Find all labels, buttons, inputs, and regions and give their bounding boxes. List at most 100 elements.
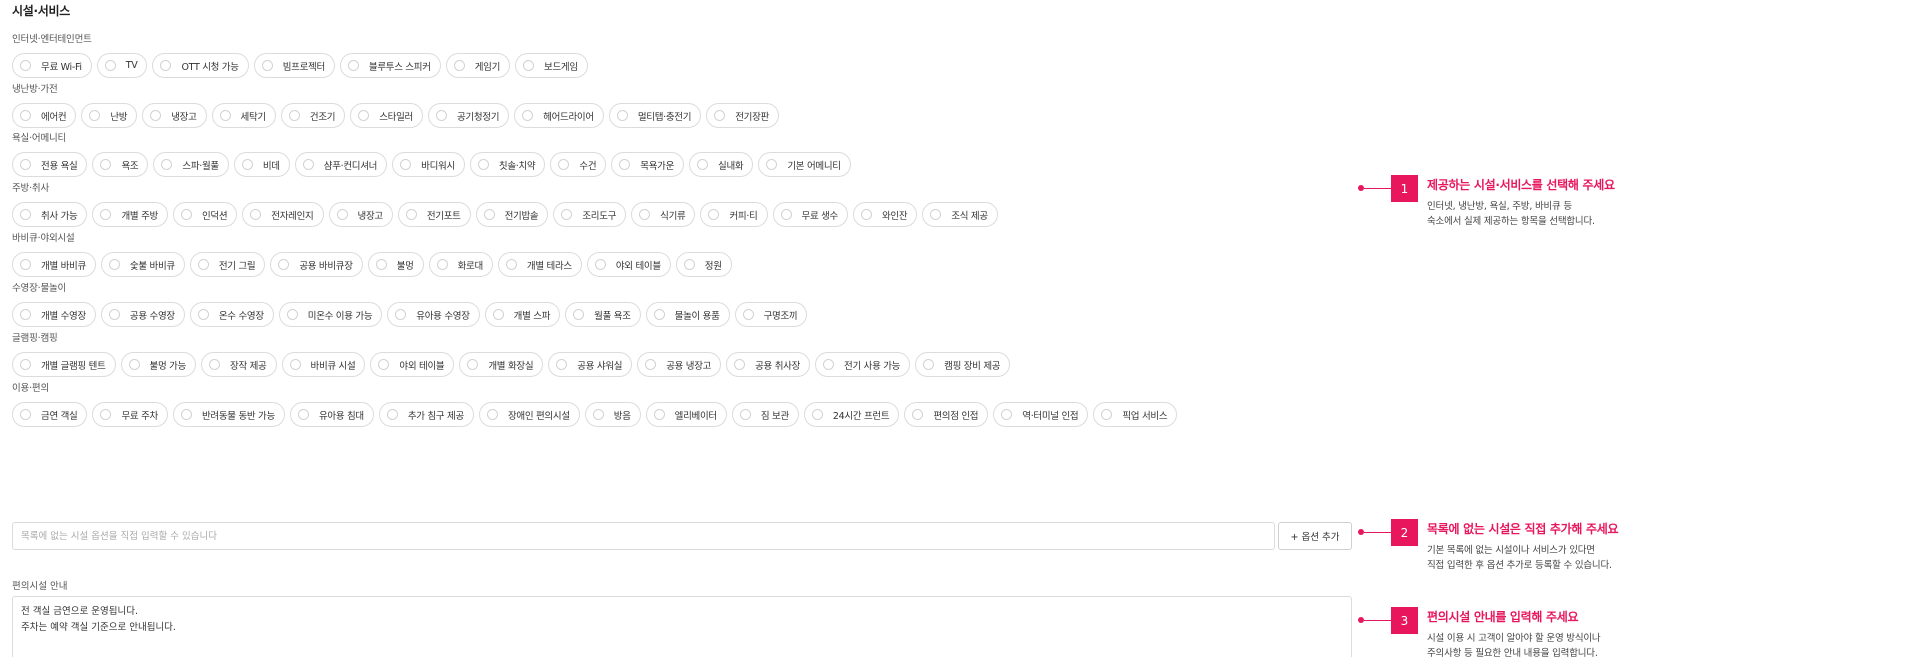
option-chip-label: 조리도구 xyxy=(582,210,617,222)
option-chip[interactable]: 빔프로젝터 xyxy=(253,53,335,78)
option-chip[interactable]: 편의점 인접 xyxy=(904,402,989,427)
option-chip[interactable]: 전기 그릴 xyxy=(189,252,266,277)
option-chip-label: 공용 수영장 xyxy=(129,310,175,322)
option-chip[interactable]: 칫솔·치약 xyxy=(469,152,546,177)
option-chip[interactable]: 공용 바비큐장 xyxy=(270,252,363,277)
option-chip[interactable]: 블루투스 스피커 xyxy=(339,53,441,78)
option-chip[interactable]: 에어컨 xyxy=(12,103,77,128)
option-chip[interactable]: 실내화 xyxy=(689,152,754,177)
option-chip-list: 개별 글램핑 텐트 불멍 가능 장작 제공 바비큐 시설 야외 테이블 개별 화장실 공용 … xyxy=(12,352,1352,377)
option-chip[interactable]: 수건 xyxy=(550,152,607,177)
option-chip[interactable]: 유아용 수영장 xyxy=(387,302,480,327)
add-option-button[interactable]: + 옵션 추가 xyxy=(1278,522,1352,550)
radio-circle-icon xyxy=(20,259,31,270)
option-chip[interactable]: 냉장고 xyxy=(142,103,207,128)
option-chip[interactable]: 장작 제공 xyxy=(201,352,277,377)
option-chip[interactable]: 장애인 편의시설 xyxy=(478,402,580,427)
option-chip[interactable]: 미온수 이용 가능 xyxy=(278,302,383,327)
option-chip[interactable]: 무료 생수 xyxy=(772,202,848,227)
option-chip[interactable]: 샴푸·컨디셔너 xyxy=(294,152,388,177)
option-chip[interactable]: 헤어드라이어 xyxy=(514,103,604,128)
option-chip[interactable]: 화로대 xyxy=(428,252,493,277)
option-chip[interactable]: 개별 테라스 xyxy=(497,252,582,277)
option-chip[interactable]: 개별 글램핑 텐트 xyxy=(12,352,116,377)
option-chip[interactable]: 보드게임 xyxy=(515,53,588,78)
option-chip[interactable]: 세탁기 xyxy=(211,103,276,128)
notice-textarea[interactable]: 전 객실 금연으로 운영됩니다. 주차는 예약 객실 기준으로 안내됩니다. xyxy=(12,596,1352,657)
option-chip[interactable]: 개별 화장실 xyxy=(459,352,544,377)
option-chip[interactable]: 개별 주방 xyxy=(92,202,168,227)
option-chip[interactable]: 반려동물 동반 가능 xyxy=(172,402,285,427)
option-chip[interactable]: 불멍 xyxy=(367,252,424,277)
facility-group: 욕실·어메니티 전용 욕실 욕조 스파·월풀 비데 샴푸·컨디셔너 바디워시 칫솔·치약 수건 목… xyxy=(12,130,1352,177)
option-chip[interactable]: 식기류 xyxy=(631,202,696,227)
option-chip[interactable]: 공용 취사장 xyxy=(726,352,811,377)
option-chip[interactable]: 와인잔 xyxy=(852,202,918,227)
option-chip[interactable]: OTT 시청 가능 xyxy=(152,53,249,78)
option-chip[interactable]: 공용 샤워실 xyxy=(548,352,633,377)
option-chip[interactable]: 전기장판 xyxy=(706,103,779,128)
option-chip[interactable]: 캠핑 장비 제공 xyxy=(915,352,1011,377)
option-chip[interactable]: 난방 xyxy=(81,103,138,128)
option-chip[interactable]: 전자레인지 xyxy=(242,202,324,227)
option-chip-label: 무료 Wi-Fi xyxy=(41,61,82,73)
option-chip[interactable]: 개별 바비큐 xyxy=(12,252,96,277)
option-chip[interactable]: 방음 xyxy=(584,402,641,427)
option-chip[interactable]: 욕조 xyxy=(92,152,149,177)
option-chip[interactable]: 취사 가능 xyxy=(12,202,88,227)
option-chip-label: 개별 바비큐 xyxy=(41,260,86,272)
option-chip[interactable]: 무료 주차 xyxy=(92,402,168,427)
option-chip[interactable]: 전기포트 xyxy=(397,202,471,227)
option-chip-list: 에어컨 난방 냉장고 세탁기 건조기 스타일러 공기청정기 헤어드라이어 멀티탭·충전기 전기장판 xyxy=(12,103,1352,128)
option-chip[interactable]: 건조기 xyxy=(280,103,346,128)
option-chip[interactable]: 기본 어메니티 xyxy=(758,152,851,177)
option-chip[interactable]: 게임기 xyxy=(445,53,511,78)
option-chip[interactable]: 구명조끼 xyxy=(734,302,808,327)
option-chip[interactable]: 공기청정기 xyxy=(427,103,510,128)
option-chip[interactable]: 조리도구 xyxy=(553,202,627,227)
option-chip[interactable]: 짐 보관 xyxy=(731,402,799,427)
option-chip[interactable]: 야외 테이블 xyxy=(370,352,455,377)
option-chip[interactable]: 온수 수영장 xyxy=(189,302,274,327)
radio-circle-icon xyxy=(558,159,570,170)
option-chip[interactable]: 픽업 서비스 xyxy=(1093,402,1178,427)
option-chip[interactable]: 엘리베이터 xyxy=(645,402,727,427)
option-chip[interactable]: 무료 Wi-Fi xyxy=(12,53,92,78)
option-chip[interactable]: 추가 침구 제공 xyxy=(378,402,474,427)
option-chip[interactable]: 스파·월풀 xyxy=(153,152,229,177)
radio-circle-icon xyxy=(261,60,273,71)
option-chip[interactable]: 냉장고 xyxy=(328,202,393,227)
option-chip[interactable]: 24시간 프런트 xyxy=(803,402,900,427)
option-chip[interactable]: 숯불 바비큐 xyxy=(100,252,185,277)
option-chip[interactable]: 유아용 침대 xyxy=(289,402,374,427)
option-chip-label: 식기류 xyxy=(660,210,686,222)
option-chip[interactable]: 전기 사용 가능 xyxy=(815,352,911,377)
option-chip[interactable]: 비데 xyxy=(233,152,290,177)
option-chip[interactable]: 조식 제공 xyxy=(922,202,998,227)
option-chip[interactable]: TV xyxy=(96,53,148,78)
section-title: 시설·서비스 xyxy=(12,4,70,18)
option-chip[interactable]: 멀티탭·충전기 xyxy=(608,103,702,128)
radio-circle-icon xyxy=(20,159,31,170)
option-chip[interactable]: 금연 객실 xyxy=(12,402,88,427)
option-chip[interactable]: 물놀이 용품 xyxy=(645,302,730,327)
option-chip[interactable]: 스타일러 xyxy=(350,103,423,128)
option-chip[interactable]: 커피·티 xyxy=(700,202,768,227)
option-chip[interactable]: 전용 욕실 xyxy=(12,152,88,177)
option-chip[interactable]: 바비큐 시설 xyxy=(281,352,366,377)
option-chip[interactable]: 야외 테이블 xyxy=(586,252,671,277)
custom-option-input[interactable] xyxy=(12,522,1275,550)
option-chip[interactable]: 인덕션 xyxy=(172,202,238,227)
option-chip[interactable]: 역·터미널 인접 xyxy=(993,402,1089,427)
option-chip[interactable]: 전기밥솥 xyxy=(475,202,549,227)
option-chip[interactable]: 목욕가운 xyxy=(611,152,685,177)
option-chip[interactable]: 개별 스파 xyxy=(484,302,561,327)
radio-circle-icon xyxy=(766,159,778,170)
option-chip[interactable]: 공용 수영장 xyxy=(100,302,185,327)
option-chip[interactable]: 개별 수영장 xyxy=(12,302,96,327)
option-chip[interactable]: 바디워시 xyxy=(392,152,465,177)
option-chip[interactable]: 공용 냉장고 xyxy=(637,352,722,377)
option-chip[interactable]: 정원 xyxy=(675,252,732,277)
option-chip[interactable]: 월풀 욕조 xyxy=(565,302,641,327)
option-chip[interactable]: 불멍 가능 xyxy=(120,352,197,377)
